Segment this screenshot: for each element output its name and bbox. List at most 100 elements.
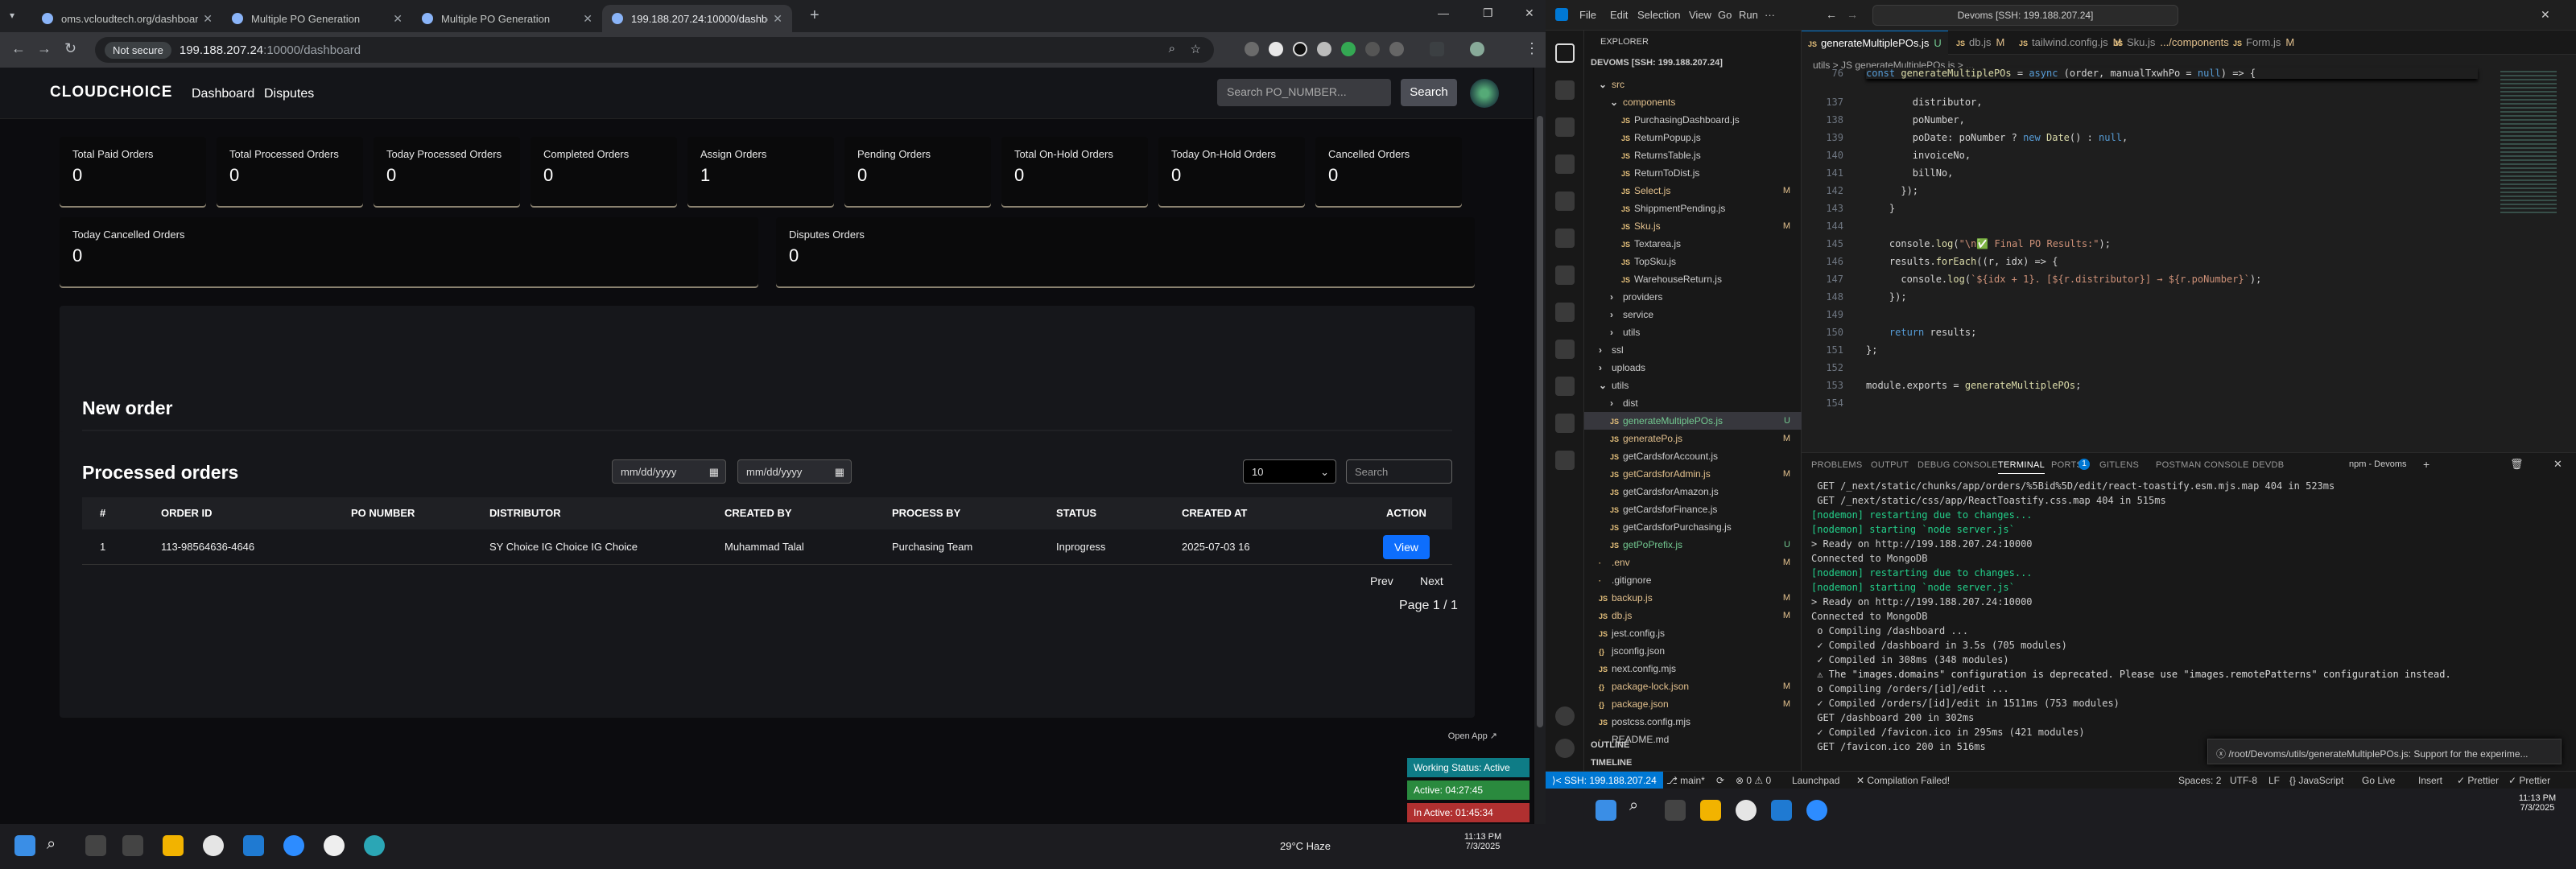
file-tree-item[interactable]: JS ShippmentPending.js [1584,200,1802,217]
page-scrollbar[interactable] [1534,68,1546,824]
windows-start-icon[interactable] [14,835,35,856]
file-tree-item[interactable]: {} jsconfig.json [1584,642,1802,660]
file-tree-item[interactable]: JS generateMultiplePOs.js U [1584,412,1802,430]
prev-page-button[interactable]: Prev [1370,575,1393,587]
minimap[interactable] [2500,71,2557,216]
sync-icon[interactable]: ⟳ [1716,775,1724,786]
extension-icon[interactable] [1365,42,1380,56]
file-tree-item[interactable]: JS getCardsforPurchasing.js [1584,518,1802,536]
forward-icon[interactable]: → [1847,8,1858,21]
browser-tab[interactable]: oms.vcloudtech.org/dashboard ✕ [32,5,222,32]
file-tree-item[interactable]: JS ReturnToDist.js [1584,164,1802,182]
file-tree-item[interactable]: JS getCardsforAccount.js [1584,447,1802,465]
testing-icon[interactable] [1555,340,1575,359]
file-tree-item[interactable]: JS jest.config.js [1584,624,1802,642]
processed-search-input[interactable]: Search [1346,459,1452,484]
nav-dashboard[interactable]: Dashboard [192,87,254,101]
next-page-button[interactable]: Next [1420,575,1443,587]
menu-item[interactable]: ··· [1765,9,1775,21]
new-terminal-icon[interactable]: + [2423,458,2429,471]
file-explorer-icon[interactable] [163,835,184,856]
close-window-button[interactable]: ✕ [2541,8,2550,22]
file-tree-item[interactable]: JS next.config.mjs [1584,660,1802,677]
editor-tab[interactable]: JS db.js M [1950,31,2011,55]
prettier-status[interactable]: ✓ Prettier [2457,775,2499,786]
file-tree-item[interactable]: JS getCardsforFinance.js [1584,500,1802,518]
file-tree-item[interactable]: JS getCardsforAmazon.js [1584,483,1802,500]
file-tree-item[interactable]: › utils [1584,323,1802,341]
error-notification[interactable]: ⓧ /root/Devoms/utils/generateMultiplePOs… [2207,739,2562,764]
editor-tab[interactable]: JS generateMultiplePOs.js U [1802,31,1948,55]
tab-search-icon[interactable]: ▾ [10,10,14,21]
go-live-button[interactable]: Go Live [2362,775,2395,786]
panel-tab[interactable]: GITLENS [2099,460,2139,470]
extension-icon[interactable] [1269,42,1283,56]
clock[interactable]: 11:13 PM 7/3/2025 [2513,793,2562,813]
file-tree-item[interactable]: JS getPoPrefix.js U [1584,536,1802,554]
not-secure-chip[interactable]: Not secure [105,41,171,59]
app-taskbar-icon[interactable] [324,835,345,856]
file-tree-item[interactable]: ⌄ components [1584,93,1802,111]
compile-status[interactable]: ✕ Compilation Failed! [1856,775,1950,786]
file-tree-item[interactable]: JS ReturnPopup.js [1584,129,1802,146]
browser-tab[interactable]: 199.188.207.24:10000/dashboa ✕ [602,5,792,32]
editor-tab[interactable]: JS Sku.js .../components [2107,31,2235,55]
po-search-input[interactable]: Search PO_NUMBER... [1217,79,1391,106]
file-tree-item[interactable]: › providers [1584,288,1802,306]
extension-icon[interactable] [1317,42,1331,56]
workspace-root[interactable]: DEVOMS [SSH: 199.188.207.24] [1591,58,1723,68]
bookmark-star-icon[interactable]: ☆ [1191,42,1201,56]
close-panel-icon[interactable]: ✕ [2553,458,2562,471]
page-size-select[interactable]: 10 ⌄ [1243,459,1336,484]
extensions-icon[interactable] [1555,192,1575,211]
extension-icon[interactable] [1245,42,1259,56]
gitlens-icon[interactable] [1555,266,1575,285]
date-from-input[interactable]: mm/dd/yyyy ▦ [612,459,726,484]
file-tree-item[interactable]: › service [1584,306,1802,323]
file-explorer-icon[interactable] [1700,800,1721,821]
prettier-status[interactable]: ✓ Prettier [2508,775,2550,786]
browser-tab[interactable]: Multiple PO Generation ✕ [412,5,602,32]
language-mode[interactable]: {} JavaScript [2289,775,2343,786]
zoom-taskbar-icon[interactable] [1806,800,1827,821]
view-order-button[interactable]: View [1383,535,1430,559]
panel-tab[interactable]: PROBLEMS [1811,460,1863,470]
chrome-menu-icon[interactable]: ⋮ [1525,40,1539,57]
new-tab-button[interactable]: + [810,6,819,25]
run-debug-icon[interactable] [1555,154,1575,174]
reload-icon[interactable]: ↻ [64,40,76,57]
extension-icon[interactable] [1293,42,1307,56]
source-control-icon[interactable] [1555,117,1575,137]
panel-tab[interactable]: DEBUG CONSOLE [1918,460,1998,470]
app-taskbar-icon[interactable] [364,835,385,856]
address-bar[interactable]: Not secure 199.188.207.24 :10000/dashboa… [95,37,1214,63]
line-ending[interactable]: LF [2268,775,2280,786]
file-tree-item[interactable]: · .gitignore [1584,571,1802,589]
editor-tab[interactable]: JS Form.js M [2227,31,2301,55]
panel-tab[interactable]: TERMINAL [1998,460,2046,474]
database-icon[interactable] [1555,414,1575,433]
file-tree-item[interactable]: JS getCardsforAdmin.js M [1584,465,1802,483]
file-tree-item[interactable]: JS Textarea.js [1584,235,1802,253]
chrome-taskbar-icon[interactable] [1736,800,1757,821]
file-tree-item[interactable]: JS backup.js M [1584,589,1802,607]
thunder-icon[interactable] [1555,377,1575,396]
menu-item[interactable]: Go [1718,9,1732,21]
extensions-puzzle-icon[interactable] [1430,42,1444,56]
file-tree-item[interactable]: JS generatePo.js M [1584,430,1802,447]
user-avatar[interactable] [1470,79,1499,108]
file-tree-item[interactable]: JS ReturnsTable.js [1584,146,1802,164]
trash-icon[interactable]: 🗑 [2510,458,2524,471]
extension-icon[interactable] [1389,42,1404,56]
menu-item[interactable]: Selection [1637,9,1680,21]
command-center[interactable]: Devoms [SSH: 199.188.207.24] [1872,5,2178,26]
panel-tab[interactable]: DEVDB [2252,460,2284,470]
po-search-button[interactable]: Search [1401,79,1457,106]
indentation[interactable]: Spaces: 2 [2178,775,2221,786]
python-icon[interactable] [1555,451,1575,470]
settings-gear-icon[interactable] [1555,739,1575,758]
panel-tab[interactable]: POSTMAN CONSOLE [2156,460,2249,470]
timeline-section[interactable]: TIMELINE [1591,758,1632,768]
nav-disputes[interactable]: Disputes [264,87,314,101]
windows-start-icon[interactable] [1596,800,1616,821]
